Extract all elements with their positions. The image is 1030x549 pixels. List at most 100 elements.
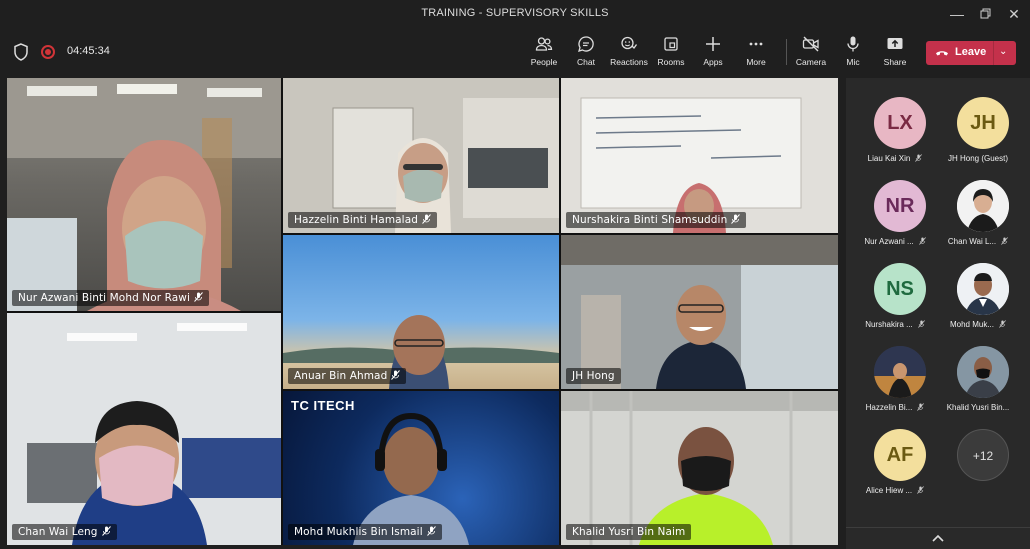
roster-collapse-bar[interactable]	[846, 527, 1030, 549]
reactions-icon	[621, 36, 638, 50]
profile-photo	[957, 180, 1009, 232]
avatar	[874, 346, 926, 398]
participant-name-label: Mohd Mukhlis Bin Ismail	[288, 524, 442, 540]
video-tile-khalid-yusri[interactable]: Khalid Yusri Bin Naim	[561, 391, 838, 545]
overflow-count-badge: +12	[957, 429, 1009, 481]
roster-name-row: Mohd Muk...	[933, 320, 1023, 329]
participant-video-image	[353, 412, 469, 545]
apps-label: Apps	[703, 57, 723, 67]
mic-muted-icon	[917, 486, 925, 494]
mic-button[interactable]: Mic	[829, 35, 877, 73]
microphone-icon	[847, 36, 859, 52]
video-tile-hazzelin[interactable]: Hazzelin Binti Hamalad	[283, 78, 559, 233]
roster-participant[interactable]: Hazzelin Bi...	[850, 346, 940, 422]
breakout-rooms-icon	[664, 37, 678, 51]
meeting-toolbar: 04:45:34 People Chat Reactions Rooms App…	[0, 29, 1030, 77]
video-tile-nurshakira[interactable]: Nurshakira Binti Shamsuddin	[561, 78, 838, 233]
video-tile-mohd-mukhlis[interactable]: TC ITECH Mohd Mukhlis Bin Ismail	[283, 391, 559, 545]
roster-participant[interactable]: Khalid Yusri Bin...	[933, 346, 1023, 422]
video-tile-nur-azwani[interactable]: Nur Azwani Binti Mohd Nor Rawi	[7, 78, 281, 311]
restore-icon[interactable]	[972, 4, 998, 24]
more-options-icon	[749, 42, 763, 46]
close-icon[interactable]: ✕	[1001, 4, 1027, 24]
participant-name: Hazzelin Binti Hamalad	[294, 214, 418, 226]
avatar: NS	[874, 263, 926, 315]
roster-name-row: Liau Kai Xin	[850, 154, 940, 163]
mic-muted-icon	[194, 292, 203, 302]
roster-name: Alice Hiew ...	[865, 486, 913, 495]
more-participants-button[interactable]: +12	[933, 429, 1023, 505]
participant-name-label: Khalid Yusri Bin Naim	[566, 524, 692, 540]
rooms-label: Rooms	[657, 57, 685, 67]
video-tile-chan-wai-leng[interactable]: Chan Wai Leng	[7, 313, 281, 545]
mic-muted-icon	[918, 237, 926, 245]
roster-participant[interactable]: Chan Wai L...	[933, 180, 1023, 256]
chevron-up-icon[interactable]	[931, 532, 945, 544]
participant-name: Anuar Bin Ahmad	[294, 370, 388, 382]
avatar	[957, 346, 1009, 398]
mic-label: Mic	[846, 57, 860, 67]
roster-name: Liau Kai Xin	[867, 154, 911, 163]
video-tile-anuar[interactable]: Anuar Bin Ahmad	[283, 235, 559, 389]
roster-name: Hazzelin Bi...	[865, 403, 913, 412]
mic-muted-icon	[1001, 237, 1008, 245]
roster-name: Khalid Yusri Bin...	[946, 403, 1010, 412]
participant-name-label: Anuar Bin Ahmad	[288, 368, 407, 384]
participant-video-image	[283, 315, 559, 389]
participant-name: JH Hong	[572, 370, 615, 382]
avatar: AF	[874, 429, 926, 481]
share-label: Share	[883, 57, 907, 67]
participant-video-image	[7, 78, 281, 311]
mic-muted-icon	[915, 154, 923, 162]
participant-video-image	[283, 78, 559, 233]
share-button[interactable]: Share	[871, 35, 919, 73]
apps-button[interactable]: Apps	[689, 35, 737, 73]
camera-off-icon	[802, 36, 819, 52]
roster-participant[interactable]: NS Nurshakira ...	[850, 263, 940, 339]
video-tile-jh-hong[interactable]: JH Hong	[561, 235, 838, 389]
participant-name-label: JH Hong	[566, 368, 621, 384]
mic-muted-icon	[101, 526, 111, 536]
more-button[interactable]: More	[732, 35, 780, 73]
share-screen-icon	[887, 38, 903, 49]
roster-name-row: Nurshakira ...	[850, 320, 940, 329]
mic-muted-icon	[917, 320, 925, 328]
reactions-label: Reactions	[610, 57, 648, 67]
add-apps-icon	[706, 37, 720, 51]
hang-up-phone-icon	[936, 51, 948, 56]
roster-name-row: Hazzelin Bi...	[850, 403, 940, 412]
roster-participant[interactable]: LX Liau Kai Xin	[850, 97, 940, 173]
rooms-button[interactable]: Rooms	[647, 35, 695, 73]
participant-name-label: Nurshakira Binti Shamsuddin	[566, 212, 747, 228]
roster-participant[interactable]: NR Nur Azwani ...	[850, 180, 940, 256]
mic-muted-icon	[426, 526, 436, 536]
profile-photo	[874, 346, 926, 398]
recording-indicator-icon	[41, 45, 55, 59]
roster-participant[interactable]: JH JH Hong (Guest)	[933, 97, 1023, 173]
leave-button[interactable]: Leave ⌄	[926, 41, 1016, 65]
avatar: JH	[957, 97, 1009, 149]
minimize-icon[interactable]: —	[944, 4, 970, 24]
chevron-down-icon[interactable]: ⌄	[999, 46, 1007, 57]
avatar: NR	[874, 180, 926, 232]
people-icon	[535, 37, 553, 51]
participant-name: Nur Azwani Binti Mohd Nor Rawi	[18, 292, 191, 304]
avatar	[957, 263, 1009, 315]
roster-participant[interactable]: Mohd Muk...	[933, 263, 1023, 339]
chat-button[interactable]: Chat	[562, 35, 610, 73]
participant-name: Khalid Yusri Bin Naim	[572, 526, 686, 538]
video-grid: Nur Azwani Binti Mohd Nor Rawi Hazzelin …	[7, 78, 838, 545]
participant-name-label: Chan Wai Leng	[12, 524, 117, 540]
roster-participant[interactable]: AF Alice Hiew ...	[850, 429, 940, 505]
shield-icon[interactable]	[13, 43, 29, 61]
reactions-button[interactable]: Reactions	[605, 35, 653, 73]
window-title: TRAINING - SUPERVISORY SKILLS	[421, 7, 609, 19]
roster-name-row: Nur Azwani ...	[850, 237, 940, 246]
mic-muted-icon	[731, 214, 741, 224]
mic-muted-icon	[999, 320, 1006, 328]
camera-button[interactable]: Camera	[787, 35, 835, 73]
chat-label: Chat	[577, 57, 595, 67]
roster-name: Nur Azwani ...	[864, 237, 914, 246]
mic-muted-icon	[391, 370, 401, 380]
people-button[interactable]: People	[520, 35, 568, 73]
